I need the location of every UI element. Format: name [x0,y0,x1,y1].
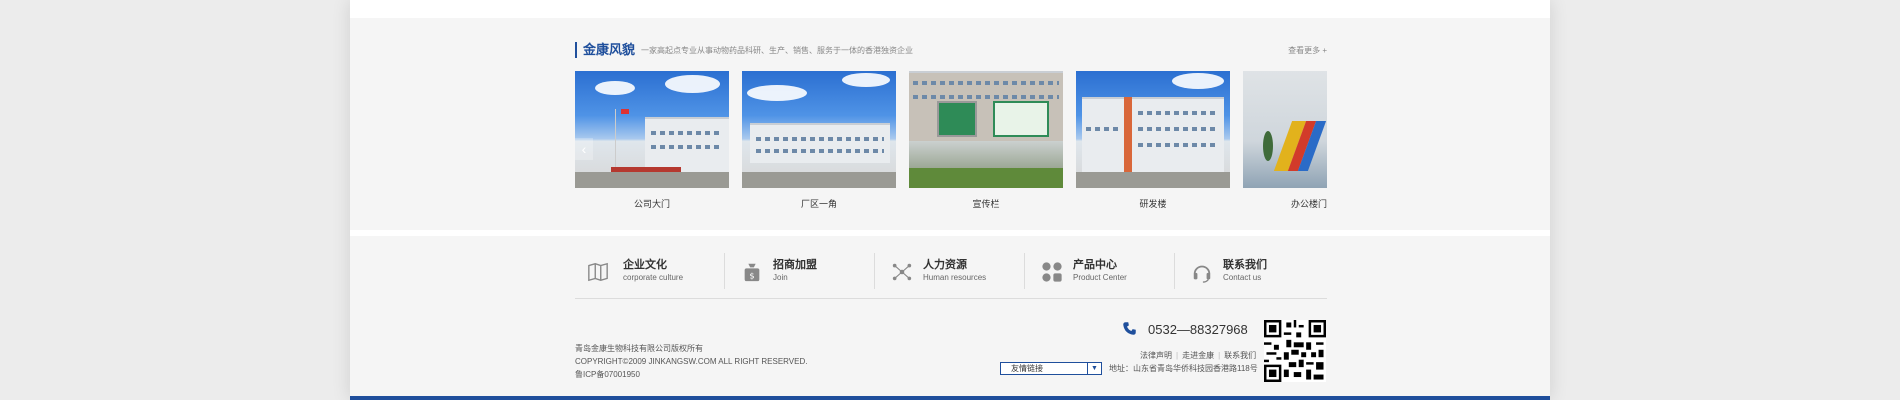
gallery-caption: 研发楼 [1139,199,1167,209]
phone-number: 0532—88327968 [1148,322,1248,337]
gallery-caption: 公司大门 [633,199,670,209]
gallery-photo [742,71,896,188]
copyright-notice: COPYRIGHT©2009 JINKANGSW.COM ALL RIGHT R… [575,357,808,366]
footer-nav-title: 联系我们 [1223,259,1267,271]
network-icon [892,263,912,281]
footer: 企业文化 corporate culture $ 招商加盟 Join 人力资源 … [350,236,1550,396]
footer-nav-subtitle: Contact us [1223,273,1262,282]
footer-nav-subtitle: Human resources [923,273,987,282]
more-link[interactable]: 查看更多 + [1288,45,1327,57]
footer-nav-contact[interactable]: 联系我们 Contact us [1175,253,1325,289]
footer-divider [575,298,1327,299]
top-strip [350,0,1550,18]
gallery-photo [575,71,729,188]
page-frame: 金康风貌 一家高起点专业从事动物药品科研、生产、销售、服务于一体的香港独资企业 … [350,0,1550,400]
gallery-photo [909,71,1063,188]
footer-nav-title: 企业文化 [623,259,667,271]
svg-text:$: $ [749,270,754,280]
qr-code-icon [1264,320,1326,382]
footer-nav-title: 人力资源 [923,259,967,271]
gallery-caption: 厂区一角 [800,199,837,209]
gallery-section: 金康风貌 一家高起点专业从事动物药品科研、生产、销售、服务于一体的香港独资企业 … [350,18,1550,230]
gallery-item-office-door[interactable]: 办公楼门 [1243,71,1327,211]
footer-nav-join[interactable]: $ 招商加盟 Join [725,253,875,289]
footer-link-legal[interactable]: 法律声明 [1140,351,1172,360]
footer-nav-hr[interactable]: 人力资源 Human resources [875,253,1025,289]
headset-icon [1193,265,1211,283]
friend-links-select[interactable]: 友情链接 ▼ [1000,362,1102,375]
copyright-block: 青岛金康生物科技有限公司版权所有 COPYRIGHT©2009 JINKANGS… [575,342,807,381]
section-subtitle: 一家高起点专业从事动物药品科研、生产、销售、服务于一体的香港独资企业 [641,46,913,55]
footer-nav: 企业文化 corporate culture $ 招商加盟 Join 人力资源 … [575,253,1327,293]
chevron-down-icon: ▼ [1087,363,1101,374]
book-icon [588,262,608,282]
money-bag-icon: $ [744,263,760,282]
footer-links: 法律声明 | 走进金康 | 联系我们 [1140,351,1257,360]
footer-nav-products[interactable]: 产品中心 Product Center [1025,253,1175,289]
gallery-photo [1076,71,1230,188]
icp-number: 鲁ICP备07001950 [575,370,640,379]
section-header: 金康风貌 一家高起点专业从事动物药品科研、生产、销售、服务于一体的香港独资企业 … [575,42,1327,60]
gallery-item-board[interactable]: 宣传栏 [909,71,1063,211]
gallery-track: 公司大门 厂区一角 宣传栏 研发楼 办公楼门 [575,71,1327,231]
footer-nav-subtitle: Product Center [1073,273,1127,282]
gallery-caption: 宣传栏 [972,199,1000,209]
gallery-caption: 办公楼门 [1290,199,1327,209]
gallery-item-factory[interactable]: 厂区一角 [742,71,896,211]
footer-nav-subtitle: corporate culture [623,273,684,282]
footer-nav-subtitle: Join [773,273,788,282]
section-title: 金康风貌 [575,42,635,58]
footer-nav-title: 产品中心 [1073,259,1117,271]
footer-address: 地址：山东省青岛华侨科技园香港路118号 [1109,364,1258,373]
footer-link-contact[interactable]: 联系我们 [1224,351,1256,360]
gallery-item-rd-building[interactable]: 研发楼 [1076,71,1230,211]
bottom-accent-line [350,396,1550,400]
phone-icon [1123,322,1136,335]
phone-block: 0532—88327968 [1122,320,1262,340]
copyright-company: 青岛金康生物科技有限公司版权所有 [575,344,703,353]
friend-links-selected: 友情链接 [1011,364,1043,373]
gallery-photo [1243,71,1327,188]
footer-nav-culture[interactable]: 企业文化 corporate culture [575,253,725,289]
footer-nav-title: 招商加盟 [773,259,817,271]
footer-link-about[interactable]: 走进金康 [1182,351,1214,360]
grid-icon [1042,262,1062,282]
gallery-prev-button[interactable]: ‹ [575,138,593,160]
gallery-item-gate[interactable]: 公司大门 [575,71,729,211]
